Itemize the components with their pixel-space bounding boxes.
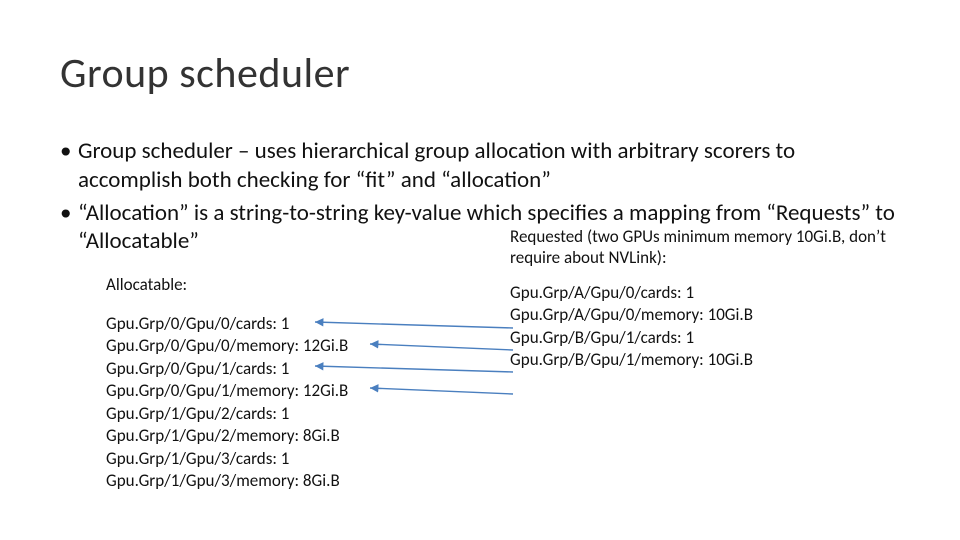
slide: Group scheduler • Group scheduler – uses… <box>0 0 960 540</box>
list-item: Gpu.Grp/0/Gpu/0/cards: 1 <box>106 313 490 335</box>
list-item: Gpu.Grp/A/Gpu/0/memory: 10Gi.B <box>510 304 900 326</box>
requested-list: Gpu.Grp/A/Gpu/0/cards: 1 Gpu.Grp/A/Gpu/0… <box>510 282 900 372</box>
list-item: Gpu.Grp/1/Gpu/3/cards: 1 <box>106 448 490 470</box>
slide-title: Group scheduler <box>60 48 900 99</box>
allocatable-column: Allocatable: Gpu.Grp/0/Gpu/0/cards: 1 Gp… <box>60 274 490 493</box>
list-item: Gpu.Grp/1/Gpu/2/memory: 8Gi.B <box>106 425 490 447</box>
list-item: Gpu.Grp/0/Gpu/1/cards: 1 <box>106 358 490 380</box>
list-item: Gpu.Grp/0/Gpu/1/memory: 12Gi.B <box>106 380 490 402</box>
allocatable-heading: Allocatable: <box>106 274 490 295</box>
list-item: Gpu.Grp/B/Gpu/1/cards: 1 <box>510 327 900 349</box>
list-item: Gpu.Grp/A/Gpu/0/cards: 1 <box>510 282 900 304</box>
requested-heading: Requested (two GPUs minimum memory 10Gi.… <box>510 226 900 268</box>
requested-column: Requested (two GPUs minimum memory 10Gi.… <box>490 226 900 493</box>
allocatable-list: Gpu.Grp/0/Gpu/0/cards: 1 Gpu.Grp/0/Gpu/0… <box>106 313 490 493</box>
bullet-text: Group scheduler – uses hierarchical grou… <box>78 137 900 195</box>
list-item: Gpu.Grp/1/Gpu/3/memory: 8Gi.B <box>106 470 490 492</box>
list-item: Gpu.Grp/0/Gpu/0/memory: 12Gi.B <box>106 335 490 357</box>
columns: Allocatable: Gpu.Grp/0/Gpu/0/cards: 1 Gp… <box>60 274 900 493</box>
bullet-marker: • <box>60 199 78 257</box>
list-item: Gpu.Grp/B/Gpu/1/memory: 10Gi.B <box>510 349 900 371</box>
bullet-marker: • <box>60 137 78 195</box>
list-item: Gpu.Grp/1/Gpu/2/cards: 1 <box>106 403 490 425</box>
bullet-item: • Group scheduler – uses hierarchical gr… <box>60 137 900 195</box>
